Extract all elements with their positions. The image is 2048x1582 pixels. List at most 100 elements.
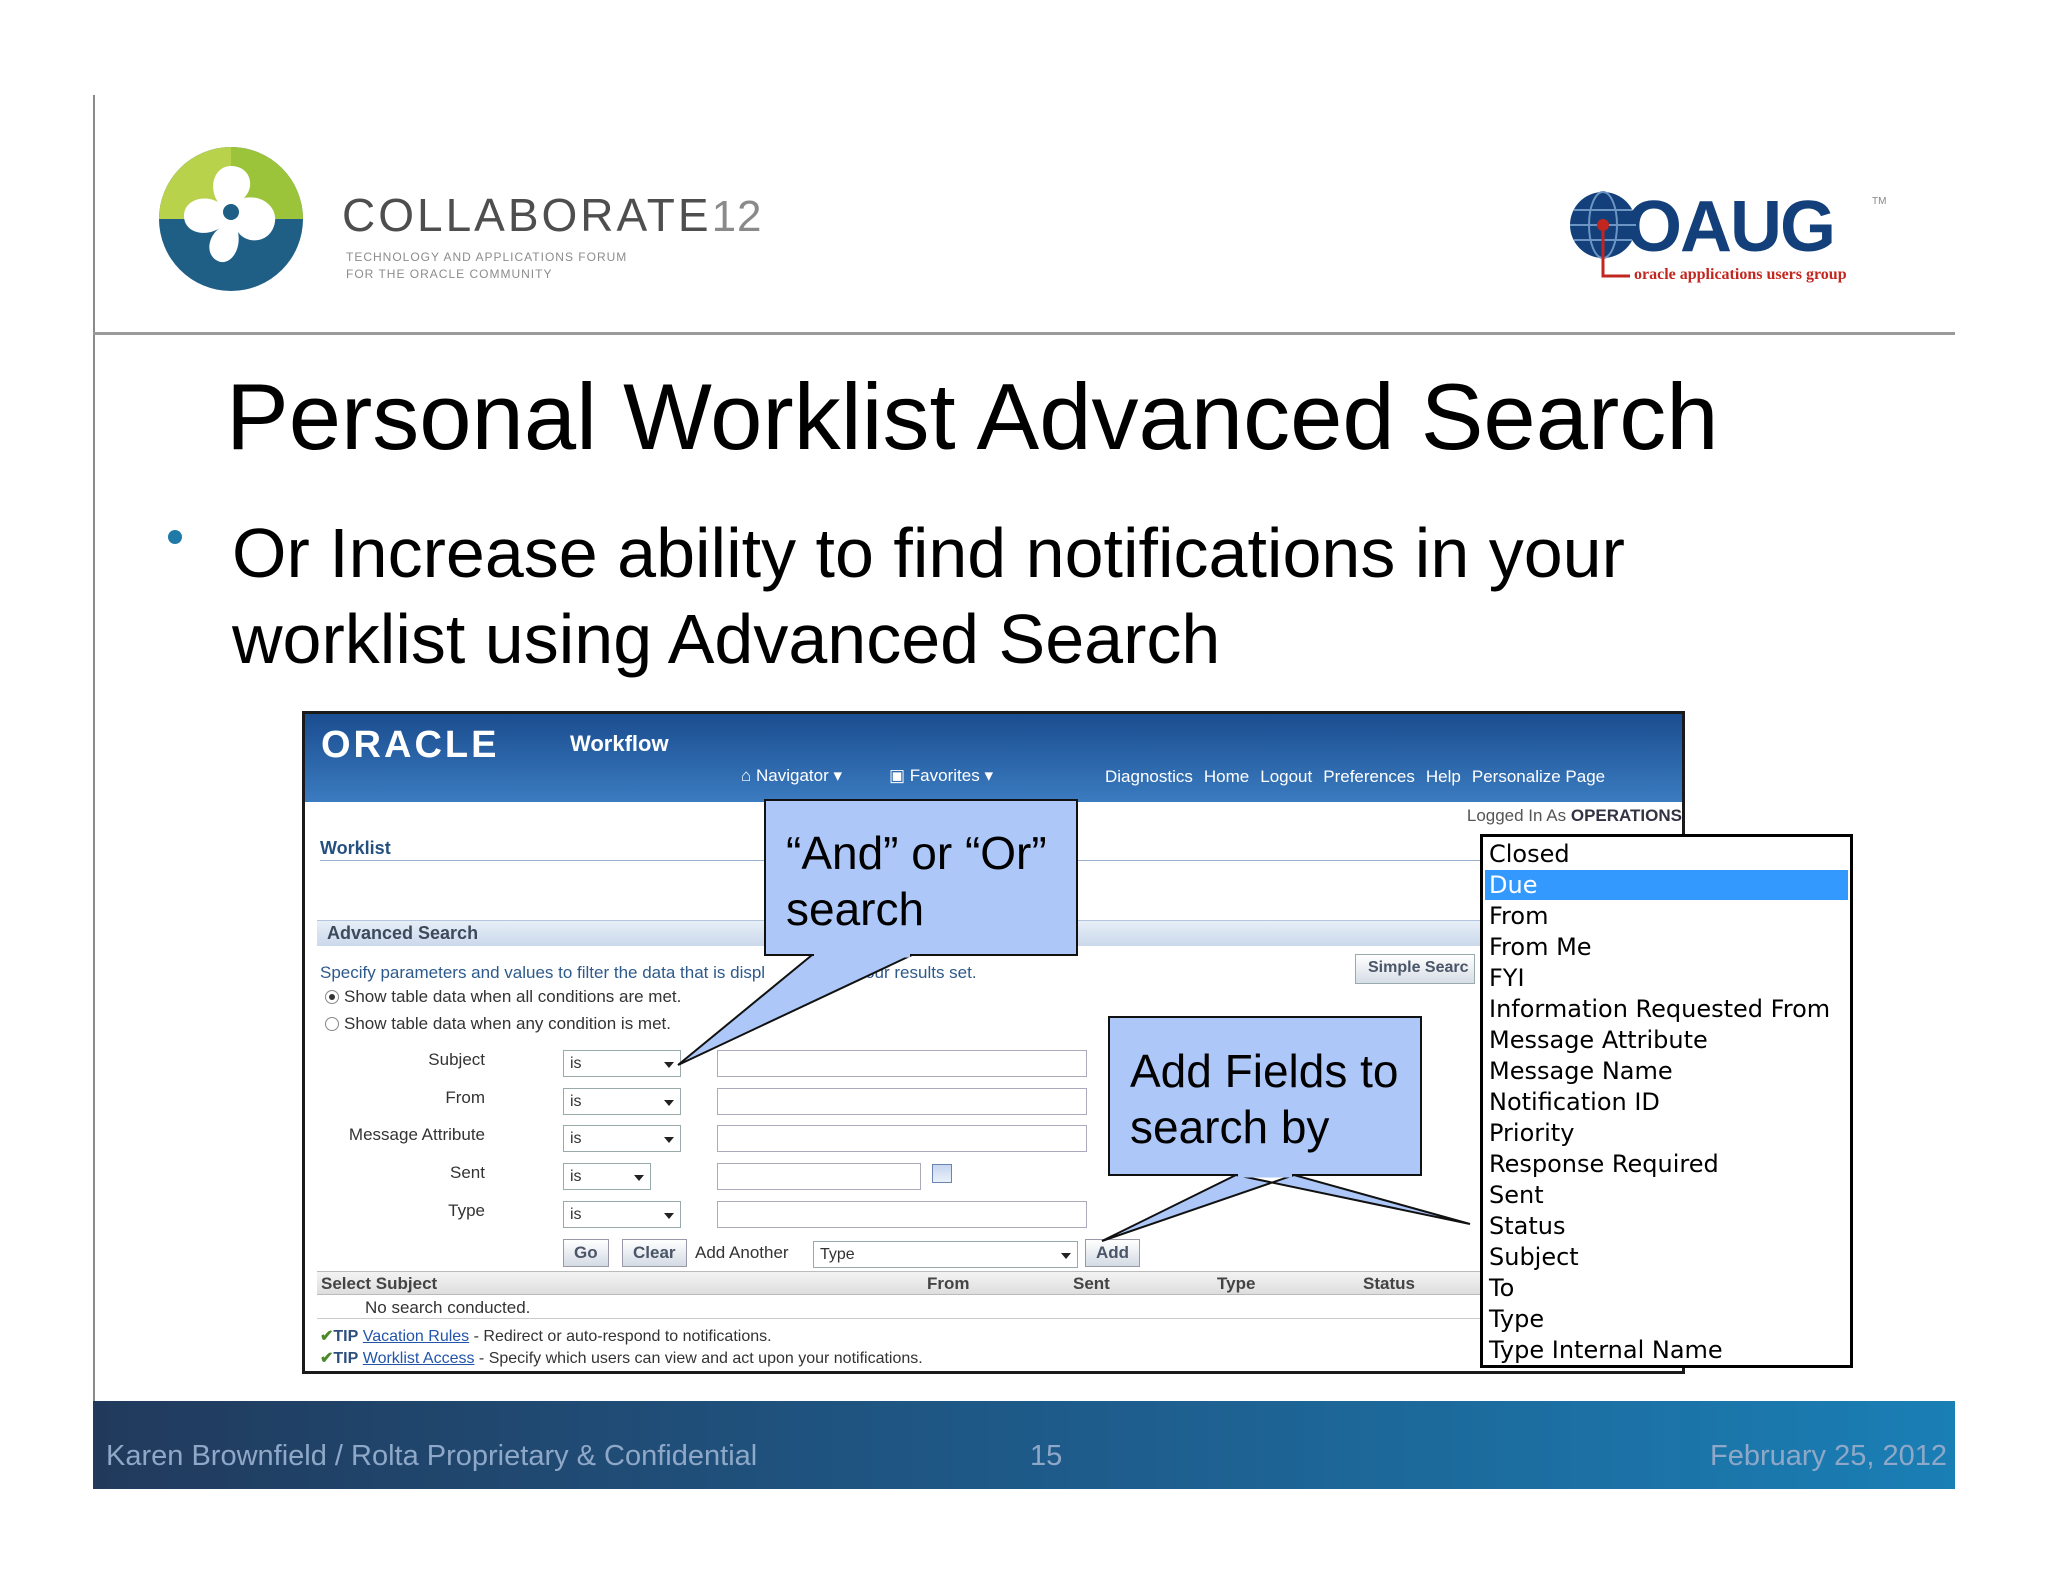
dropdown-option[interactable]: Information Requested From: [1489, 994, 1830, 1024]
dropdown-option[interactable]: Closed: [1489, 839, 1570, 869]
simple-search-button[interactable]: Simple Searc: [1355, 954, 1475, 984]
chevron-down-icon: [664, 1137, 674, 1143]
dropdown-option[interactable]: From: [1489, 901, 1548, 931]
oaug-logo: OAUG: [1626, 187, 1836, 267]
dropdown-option[interactable]: Priority: [1489, 1118, 1574, 1148]
link-diagnostics[interactable]: Diagnostics: [1105, 767, 1193, 786]
global-links: Diagnostics Home Logout Preferences Help Pers…: [1105, 767, 1616, 787]
results-table-header: [317, 1271, 1682, 1295]
link-home[interactable]: Home: [1204, 767, 1249, 786]
left-rule: [93, 95, 95, 1405]
link-personalize-page[interactable]: Personalize Page: [1472, 767, 1605, 786]
favorites-menu[interactable]: ▣ Favorites ▾: [889, 766, 993, 786]
dropdown-option[interactable]: From Me: [1489, 932, 1592, 962]
message-attribute-value-input[interactable]: [717, 1125, 1087, 1152]
no-search-message: No search conducted.: [365, 1298, 531, 1317]
radio-all-conditions[interactable]: Show table data when all conditions are …: [325, 987, 681, 1007]
oaug-trademark: TM: [1872, 196, 1887, 207]
bullet-text: Or Increase ability to find notification…: [232, 514, 1625, 678]
message-attribute-operator-select[interactable]: is: [563, 1125, 681, 1152]
logged-in-status: Logged In As OPERATIONS: [1466, 806, 1682, 825]
home-icon: ⌂: [741, 766, 756, 785]
radio-selected-icon[interactable]: [325, 990, 339, 1004]
collaborate-logo-icon: [159, 147, 303, 291]
chevron-down-icon: [664, 1213, 674, 1219]
dropdown-option[interactable]: Response Required: [1489, 1149, 1719, 1179]
from-value-input[interactable]: [717, 1088, 1087, 1115]
subject-operator-select[interactable]: is: [563, 1050, 681, 1077]
add-button[interactable]: Add: [1085, 1239, 1141, 1267]
sent-date-input[interactable]: [717, 1163, 921, 1190]
footer-page-number: 15: [1030, 1440, 1063, 1472]
product-name: Workflow: [570, 731, 669, 756]
add-another-select[interactable]: Type: [813, 1241, 1078, 1268]
link-logout[interactable]: Logout: [1260, 767, 1312, 786]
dropdown-option[interactable]: Subject: [1489, 1242, 1579, 1272]
folder-icon: ▣: [889, 766, 910, 785]
instructions-text: Specify parameters and values to filter …: [320, 963, 977, 982]
oracle-header: [305, 714, 1682, 802]
radio-icon[interactable]: [325, 1017, 339, 1031]
dropdown-option[interactable]: Message Attribute: [1489, 1025, 1708, 1055]
chevron-down-icon: [634, 1175, 644, 1181]
column-type[interactable]: Type: [1217, 1274, 1255, 1294]
dropdown-option[interactable]: Message Name: [1489, 1056, 1673, 1086]
dropdown-option[interactable]: Type Internal Name: [1489, 1335, 1723, 1365]
sent-operator-select[interactable]: is: [563, 1163, 651, 1190]
vacation-rules-link[interactable]: Vacation Rules: [363, 1328, 469, 1345]
oaug-subtitle: oracle applications users group: [1634, 266, 1847, 283]
field-label-type: Type: [448, 1201, 485, 1220]
add-another-label: Add Another: [695, 1243, 789, 1262]
radio-any-condition[interactable]: Show table data when any condition is me…: [325, 1014, 671, 1034]
field-label-sent: Sent: [450, 1163, 485, 1182]
slide-title: Personal Worklist Advanced Search: [226, 364, 1719, 469]
link-help[interactable]: Help: [1426, 767, 1461, 786]
navigator-menu[interactable]: ⌂ Navigator ▾: [741, 766, 842, 786]
type-value-input[interactable]: [717, 1201, 1087, 1228]
field-label-subject: Subject: [428, 1050, 485, 1069]
field-label-message-attribute: Message Attribute: [348, 1125, 485, 1144]
column-status[interactable]: Status: [1363, 1274, 1415, 1294]
field-dropdown-list[interactable]: Closed Due From From Me FYI Information Reque…: [1480, 834, 1853, 1368]
footer-date: February 25, 2012: [1710, 1440, 1947, 1472]
from-operator-select[interactable]: is: [563, 1088, 681, 1115]
clear-button[interactable]: Clear: [622, 1239, 687, 1267]
callout-and-or: “And” or “Or” search: [764, 799, 1078, 956]
column-sent[interactable]: Sent: [1073, 1274, 1110, 1294]
dropdown-option[interactable]: Type: [1489, 1304, 1544, 1334]
dropdown-option[interactable]: To: [1489, 1273, 1514, 1303]
subject-value-input[interactable]: [717, 1050, 1087, 1077]
tip-worklist-access: ✔TIP Worklist Access - Specify which use…: [320, 1350, 923, 1367]
bullet-dot: [168, 530, 182, 544]
section-title: Advanced Search: [327, 923, 479, 943]
type-operator-select[interactable]: is: [563, 1201, 681, 1228]
tip-vacation-rules: ✔TIP Vacation Rules - Redirect or auto-r…: [320, 1328, 772, 1345]
collaborate-tagline: TECHNOLOGY AND APPLICATIONS FORUM FOR THE…: [346, 250, 628, 281]
checkmark-icon: ✔: [320, 1328, 334, 1345]
footer-presenter: Karen Brownfield / Rolta Proprietary & C…: [106, 1440, 758, 1472]
chevron-down-icon: [1061, 1253, 1071, 1259]
chevron-down-icon: ▾: [979, 766, 993, 785]
slide: COLLABORATE12 TECHNOLOGY AND APPLICATION…: [0, 0, 2048, 1582]
breadcrumb-worklist[interactable]: Worklist: [320, 838, 391, 859]
dropdown-option[interactable]: Due: [1485, 870, 1848, 900]
dropdown-option[interactable]: Notification ID: [1489, 1087, 1660, 1117]
dropdown-option[interactable]: FYI: [1489, 963, 1525, 993]
column-select-subject[interactable]: Select Subject: [321, 1274, 437, 1294]
chevron-down-icon: [664, 1100, 674, 1106]
worklist-access-link[interactable]: Worklist Access: [363, 1350, 475, 1367]
chevron-down-icon: [664, 1062, 674, 1068]
header-rule: [93, 332, 1955, 335]
checkmark-icon: ✔: [320, 1350, 334, 1367]
dropdown-option[interactable]: Status: [1489, 1211, 1565, 1241]
column-from[interactable]: From: [927, 1274, 970, 1294]
link-preferences[interactable]: Preferences: [1323, 767, 1415, 786]
dropdown-option[interactable]: Sent: [1489, 1180, 1544, 1210]
collaborate-wordmark: COLLABORATE12: [342, 189, 763, 241]
calendar-icon[interactable]: [932, 1164, 952, 1183]
globe-icon: [1570, 191, 1636, 278]
callout-add-fields: Add Fields to search by: [1108, 1016, 1422, 1176]
go-button[interactable]: Go: [563, 1239, 609, 1267]
field-label-from: From: [445, 1088, 485, 1107]
oracle-logo: ORACLE: [321, 724, 500, 766]
